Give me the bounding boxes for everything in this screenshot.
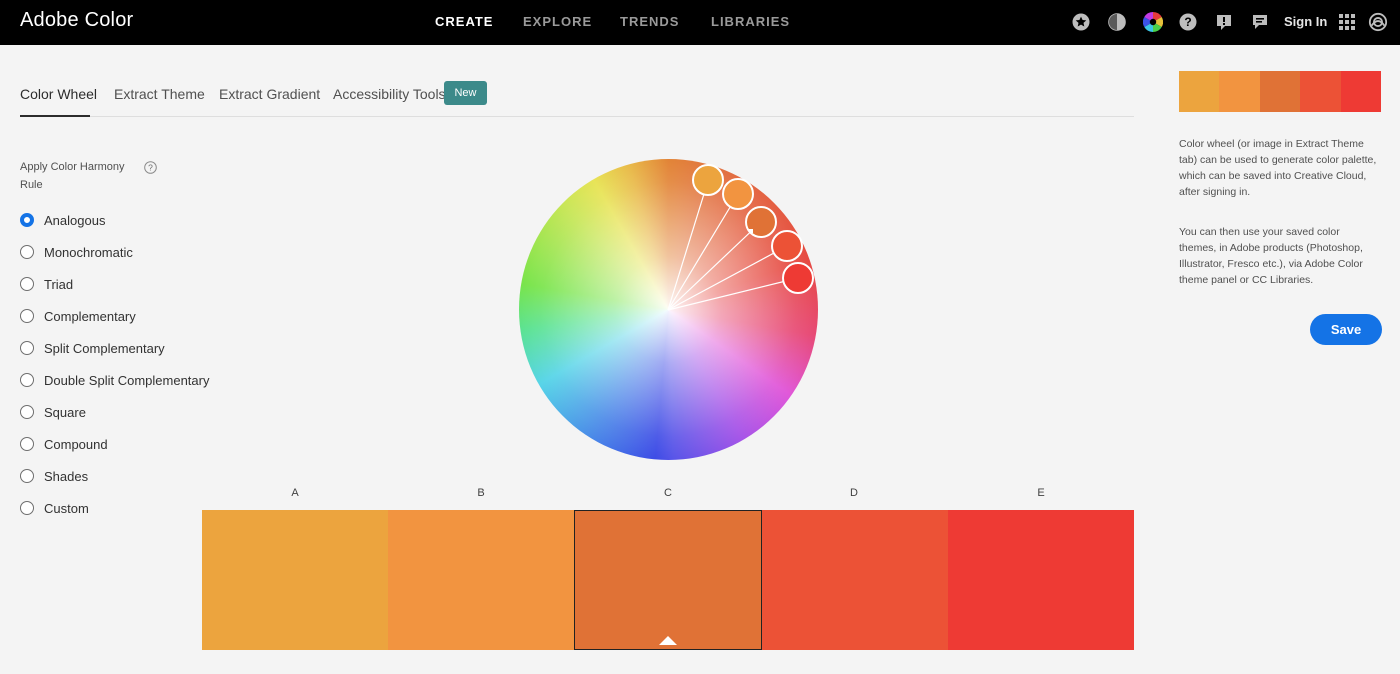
palette-preview-swatch — [1179, 71, 1220, 112]
harmony-option-label: Split Complementary — [44, 340, 165, 356]
swatch-b[interactable] — [388, 510, 574, 650]
creative-cloud-icon[interactable] — [1368, 12, 1388, 32]
radio-icon[interactable] — [20, 437, 34, 451]
radio-icon[interactable] — [20, 405, 34, 419]
contrast-icon[interactable] — [1107, 12, 1127, 32]
harmony-option-compound[interactable]: Compound — [20, 434, 108, 454]
apps-grid-icon[interactable] — [1337, 12, 1357, 32]
palette-preview-swatch — [1300, 71, 1341, 112]
harmony-option-label: Compound — [44, 436, 108, 452]
star-icon[interactable] — [1071, 12, 1091, 32]
color-handle-d[interactable] — [771, 230, 803, 262]
nav-libraries[interactable]: LIBRARIES — [711, 14, 790, 29]
color-wheel-handles — [667, 164, 814, 311]
base-color-caret-icon — [659, 636, 677, 645]
harmony-option-label: Square — [44, 404, 86, 420]
harmony-option-label: Double Split Complementary — [44, 372, 210, 388]
swatch-e[interactable] — [948, 510, 1134, 650]
harmony-option-monochromatic[interactable]: Monochromatic — [20, 242, 133, 262]
harmony-rule-title: Apply Color Harmony Rule — [20, 161, 125, 191]
harmony-option-custom[interactable]: Custom — [20, 498, 89, 518]
save-button[interactable]: Save — [1310, 314, 1382, 345]
new-badge: New — [444, 81, 487, 105]
harmony-option-triad[interactable]: Triad — [20, 274, 73, 294]
tab-extract-gradient[interactable]: Extract Gradient — [219, 86, 320, 102]
harmony-option-complementary[interactable]: Complementary — [20, 306, 136, 326]
harmony-option-double-split-complementary[interactable]: Double Split Complementary — [20, 370, 209, 390]
nav-trends[interactable]: TRENDS — [620, 14, 679, 29]
swatch-a[interactable] — [202, 510, 388, 650]
radio-icon[interactable] — [20, 309, 34, 323]
radio-icon[interactable] — [20, 277, 34, 291]
tab-divider — [20, 116, 1134, 117]
swatch-label-e: E — [1037, 487, 1045, 499]
radio-icon[interactable] — [20, 245, 34, 259]
swatch-label-a: A — [291, 487, 299, 499]
palette-preview-swatch — [1219, 71, 1260, 112]
radio-icon[interactable] — [20, 373, 34, 387]
harmony-option-label: Shades — [44, 468, 89, 484]
nav-explore[interactable]: EXPLORE — [523, 14, 592, 29]
harmony-option-analogous[interactable]: Analogous — [20, 210, 105, 230]
radio-icon[interactable] — [20, 501, 34, 515]
radio-icon[interactable] — [20, 341, 34, 355]
swatch-label-c: C — [664, 487, 672, 499]
tab-accessibility-tools[interactable]: Accessibility Tools — [333, 86, 446, 102]
description-text-1: Color wheel (or image in Extract Theme t… — [1179, 138, 1377, 198]
swatch-c[interactable] — [574, 510, 762, 650]
swatch-d[interactable] — [762, 510, 948, 650]
active-tab-underline — [20, 115, 90, 117]
feedback-icon[interactable] — [1214, 12, 1234, 32]
color-handle-a[interactable] — [692, 164, 724, 196]
harmony-option-label: Monochromatic — [44, 244, 133, 260]
color-handle-b[interactable] — [722, 178, 754, 210]
svg-text:?: ? — [1184, 15, 1191, 29]
harmony-option-label: Triad — [44, 276, 74, 292]
help-icon[interactable]: ? — [1178, 12, 1198, 32]
tab-color-wheel[interactable]: Color Wheel — [20, 86, 97, 102]
color-handle-e[interactable] — [782, 262, 814, 294]
swatch-label-d: D — [850, 487, 858, 499]
radio-checked-icon[interactable] — [20, 213, 34, 227]
color-wheel-icon[interactable] — [1143, 12, 1163, 32]
palette-preview — [1179, 71, 1382, 112]
color-wheel[interactable] — [519, 159, 818, 460]
harmony-option-label: Complementary — [44, 308, 136, 324]
harmony-help-icon[interactable]: ? — [144, 161, 157, 174]
harmony-option-shades[interactable]: Shades — [20, 466, 88, 486]
palette-preview-swatch — [1340, 71, 1382, 112]
app-title[interactable]: Adobe Color — [20, 9, 133, 32]
top-bar: Adobe Color CREATE EXPLORE TRENDS LIBRAR… — [0, 0, 1400, 45]
swatch-label-b: B — [477, 487, 485, 499]
chat-icon[interactable] — [1250, 12, 1270, 32]
base-color-marker — [749, 229, 753, 233]
description-text-2: You can then use your saved color themes… — [1179, 226, 1363, 286]
svg-text:?: ? — [148, 163, 153, 173]
sign-in-link[interactable]: Sign In — [1284, 14, 1327, 29]
harmony-option-label: Custom — [44, 500, 89, 516]
palette-preview-swatch — [1259, 71, 1301, 112]
tab-extract-theme[interactable]: Extract Theme — [114, 86, 205, 102]
radio-icon[interactable] — [20, 469, 34, 483]
harmony-option-label: Analogous — [44, 212, 106, 228]
nav-create[interactable]: CREATE — [435, 14, 493, 29]
harmony-option-split-complementary[interactable]: Split Complementary — [20, 338, 165, 358]
harmony-option-square[interactable]: Square — [20, 402, 86, 422]
